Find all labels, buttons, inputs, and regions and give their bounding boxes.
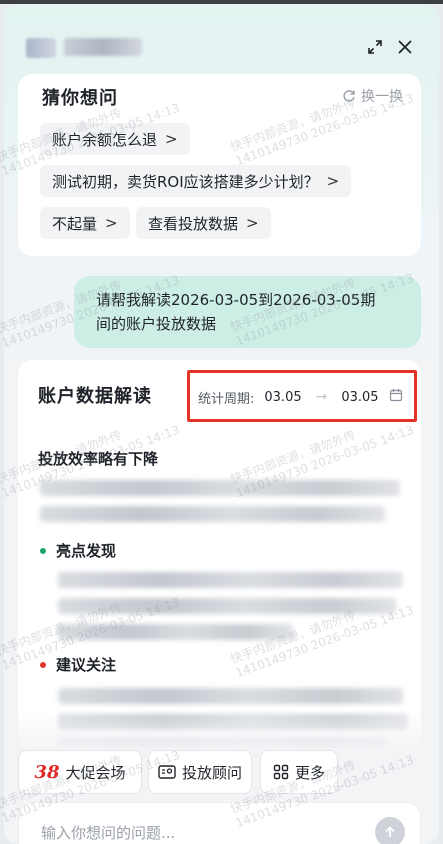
user-message-line: 请帮我解读2026-03-05到2026-03-05期	[96, 291, 376, 309]
assistant-panel: 猜你想问 换一换 账户余额怎么退 > 测试初期，卖货ROI应该搭建多少计划？ >…	[4, 4, 439, 844]
avatar	[26, 38, 56, 58]
refresh-button[interactable]: 换一换	[342, 86, 403, 106]
section-suggestions: 建议关注	[40, 654, 116, 675]
blurred-text	[58, 572, 403, 588]
chip-label: 测试初期，卖货ROI应该搭建多少计划？	[52, 172, 319, 191]
promo-venue-button[interactable]: 38 大促会场	[18, 750, 142, 794]
period-start-date[interactable]: 03.05	[264, 390, 301, 405]
analysis-title: 账户数据解读	[38, 386, 152, 407]
blurred-text	[40, 506, 385, 522]
user-message-line: 间的账户投放数据	[96, 315, 217, 333]
suggest-chip-no-volume[interactable]: 不起量 >	[40, 207, 130, 239]
suggested-title: 猜你想问	[42, 88, 118, 109]
chip-label: 账户余额怎么退	[52, 130, 158, 149]
advisor-card-icon	[158, 765, 176, 779]
quick-action-label: 投放顾问	[181, 763, 242, 782]
expand-arrows-icon	[368, 40, 382, 54]
blurred-account-name	[64, 38, 142, 56]
section-label: 建议关注	[56, 656, 117, 674]
section-label: 亮点发现	[56, 542, 117, 560]
section-highlights: 亮点发现	[40, 540, 116, 561]
scroll-fade	[18, 710, 421, 750]
question-input[interactable]	[41, 815, 361, 844]
refresh-icon	[343, 90, 355, 102]
promo-38-icon: 38	[34, 761, 60, 783]
close-x-icon	[398, 40, 412, 54]
range-arrow-icon: →	[315, 389, 328, 405]
chevron-right-icon: >	[165, 130, 178, 148]
chat-input-bar	[18, 802, 421, 844]
chevron-right-icon: >	[105, 214, 118, 232]
send-arrow-up-icon	[385, 826, 395, 837]
blurred-text	[58, 624, 293, 640]
analysis-subtitle: 投放效率略有下降	[38, 450, 159, 468]
calendar-icon[interactable]	[389, 388, 403, 406]
expand-button[interactable]	[362, 34, 388, 60]
blurred-text	[58, 688, 403, 704]
grid-more-icon	[273, 764, 289, 780]
blurred-text	[58, 598, 396, 614]
period-highlight-box: 统计周期: 03.05 → 03.05	[187, 370, 417, 422]
period-end-date[interactable]: 03.05	[341, 390, 378, 405]
period-date-picker[interactable]: 统计周期: 03.05 → 03.05	[198, 386, 408, 408]
close-button[interactable]	[392, 34, 418, 60]
refresh-label: 换一换	[361, 89, 403, 105]
quick-action-label: 大促会场	[65, 763, 126, 782]
suggest-chip-balance[interactable]: 账户余额怎么退 >	[40, 123, 190, 155]
send-button[interactable]	[375, 817, 405, 844]
green-bullet-dot	[40, 547, 46, 554]
chip-label: 不起量	[52, 214, 98, 233]
chip-label: 查看投放数据	[148, 214, 239, 233]
blurred-text	[40, 480, 400, 496]
ad-advisor-button[interactable]: 投放顾问	[148, 750, 252, 794]
red-bullet-dot	[40, 661, 46, 668]
suggest-chip-view-data[interactable]: 查看投放数据 >	[136, 207, 271, 239]
user-message-bubble: 请帮我解读2026-03-05到2026-03-05期 间的账户投放数据	[74, 276, 421, 348]
quick-action-label: 更多	[294, 763, 325, 782]
chevron-right-icon: >	[246, 214, 259, 232]
account-analysis-card: 账户数据解读 统计周期: 03.05 → 03.05 投放效率略有下降 亮点发现	[18, 360, 421, 750]
suggest-chip-roi[interactable]: 测试初期，卖货ROI应该搭建多少计划？ >	[40, 165, 352, 197]
period-label: 统计周期:	[198, 391, 255, 407]
chevron-right-icon: >	[326, 172, 340, 190]
suggested-questions-card: 猜你想问 换一换 账户余额怎么退 > 测试初期，卖货ROI应该搭建多少计划？ >…	[18, 74, 421, 256]
more-button[interactable]: 更多	[260, 750, 338, 794]
